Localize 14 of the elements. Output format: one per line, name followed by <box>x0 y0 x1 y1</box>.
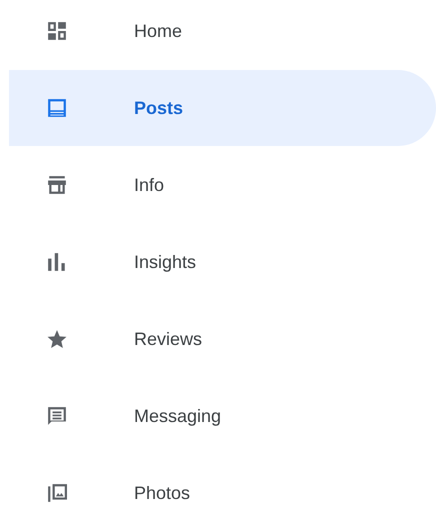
nav-item[interactable]: Messaging <box>9 378 436 454</box>
post-icon <box>47 98 67 118</box>
photo-icon <box>47 483 67 503</box>
star-icon <box>47 329 67 349</box>
nav-item[interactable]: Reviews <box>9 301 436 377</box>
message-icon <box>47 406 67 426</box>
bar-chart-icon <box>47 252 67 272</box>
nav-item[interactable]: Home <box>9 0 436 69</box>
storefront-icon <box>47 175 67 195</box>
dashboard-icon <box>47 21 67 41</box>
nav-item[interactable]: Photos <box>9 455 436 506</box>
nav-item[interactable]: Insights <box>9 224 436 300</box>
nav-item[interactable]: Posts <box>9 70 436 146</box>
nav-item[interactable]: Info <box>9 147 436 223</box>
